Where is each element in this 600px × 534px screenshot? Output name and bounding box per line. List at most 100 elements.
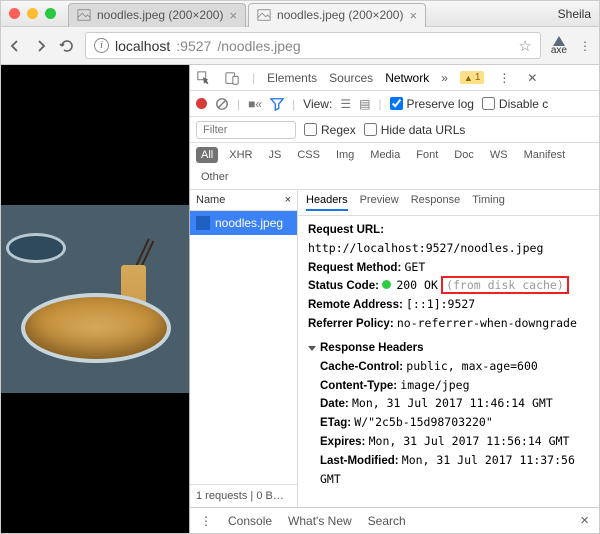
filter-bar: Regex Hide data URLs [190,117,599,143]
url-host: localhost [115,38,170,54]
disable-cache-checkbox[interactable]: Disable c [482,97,548,111]
hide-data-urls-checkbox[interactable]: Hide data URLs [364,123,466,137]
date-label: Date: [320,398,349,410]
content-area: | Elements Sources Network » 1 ⋮ ✕ | ■« … [1,65,599,533]
view-list-icon[interactable]: ☰ [340,97,351,111]
status-ok-icon [382,280,391,289]
browser-window: noodles.jpeg (200×200) × noodles.jpeg (2… [0,0,600,534]
detail-tab-timing[interactable]: Timing [472,194,505,211]
preserve-log-checkbox[interactable]: Preserve log [390,97,474,111]
inspect-element-icon[interactable] [196,70,212,86]
close-tab-icon[interactable]: × [229,8,237,23]
tab-sources[interactable]: Sources [329,71,373,85]
site-info-icon[interactable]: i [94,38,109,53]
back-button[interactable] [7,38,23,54]
response-headers-section[interactable]: Response Headers [308,340,589,358]
content-type-label: Content-Type: [320,380,397,392]
column-name: Name [196,194,225,206]
clear-button[interactable] [215,97,229,111]
image-file-icon [257,8,271,22]
maximize-window-button[interactable] [45,8,56,19]
drawer-tab-whatsnew[interactable]: What's New [288,514,352,528]
request-url-label: Request URL: [308,224,384,236]
detail-tab-preview[interactable]: Preview [360,194,399,211]
request-url-value: http://localhost:9527/noodles.jpeg [308,241,543,255]
record-button[interactable] [196,98,207,109]
referrer-policy-label: Referrer Policy: [308,318,394,330]
tab-strip: noodles.jpeg (200×200) × noodles.jpeg (2… [68,1,558,27]
filter-xhr[interactable]: XHR [224,147,257,163]
tab-title: noodles.jpeg (200×200) [97,8,223,22]
filter-media[interactable]: Media [365,147,405,163]
image-viewport [1,65,189,533]
filter-img[interactable]: Img [331,147,359,163]
devtools-drawer: ⋮ Console What's New Search × [190,507,599,533]
address-bar[interactable]: i localhost :9527/noodles.jpeg ☆ [85,32,541,59]
bookmark-star-icon[interactable]: ☆ [518,37,531,55]
tab-more[interactable]: » [441,71,448,85]
view-large-icon[interactable]: ▤ [359,97,370,111]
filter-js[interactable]: JS [263,147,286,163]
expires-value: Mon, 31 Jul 2017 11:56:14 GMT [369,434,570,448]
toolbar: i localhost :9527/noodles.jpeg ☆ axe ⋮ [1,27,599,65]
close-window-button[interactable] [9,8,20,19]
drawer-close-icon[interactable]: × [580,512,589,529]
filter-font[interactable]: Font [411,147,443,163]
drawer-menu-icon[interactable]: ⋮ [200,514,212,528]
request-method-value: GET [404,260,425,274]
image-file-icon [77,8,91,22]
profile-name[interactable]: Sheila [558,7,591,21]
filter-input[interactable] [196,121,296,139]
device-toolbar-icon[interactable] [224,70,240,86]
capture-screenshot-icon[interactable]: ■« [248,97,262,111]
forward-button[interactable] [33,38,49,54]
url-port: :9527 [176,38,211,54]
filter-all[interactable]: All [196,147,218,163]
request-name: noodles.jpeg [215,216,283,230]
detail-tab-response[interactable]: Response [411,194,461,211]
title-bar: noodles.jpeg (200×200) × noodles.jpeg (2… [1,1,599,27]
tab-network[interactable]: Network [385,71,429,85]
tab-elements[interactable]: Elements [267,71,317,85]
headers-content: Request URL: http://localhost:9527/noodl… [298,216,599,507]
filter-manifest[interactable]: Manifest [519,147,571,163]
axe-extension-icon[interactable]: axe [551,36,567,56]
devtools-tabstrip: | Elements Sources Network » 1 ⋮ ✕ [190,65,599,91]
reload-button[interactable] [59,38,75,54]
from-disk-cache-badge: (from disk cache) [441,276,569,294]
network-body: Name × noodles.jpeg 1 requests | 0 B… He… [190,190,599,507]
filter-ws[interactable]: WS [485,147,513,163]
filter-css[interactable]: CSS [292,147,325,163]
request-list: Name × noodles.jpeg 1 requests | 0 B… [190,190,298,507]
filter-other[interactable]: Other [196,169,234,185]
filter-doc[interactable]: Doc [449,147,479,163]
browser-tab-1[interactable]: noodles.jpeg (200×200) × [248,3,426,27]
image-resource-icon [196,216,210,230]
minimize-window-button[interactable] [27,8,38,19]
request-list-header: Name × [190,190,297,211]
drawer-tab-search[interactable]: Search [368,514,406,528]
regex-checkbox[interactable]: Regex [304,123,356,137]
status-code-value: 200 OK [396,278,438,292]
request-row[interactable]: noodles.jpeg [190,211,297,235]
detail-tabstrip: Headers Preview Response Timing [298,190,599,216]
chrome-menu-button[interactable]: ⋮ [577,38,593,54]
close-details-icon[interactable]: × [285,194,291,206]
content-type-value: image/jpeg [400,378,469,392]
network-toolbar: | ■« | View: ☰ ▤ | Preserve log Disable … [190,91,599,117]
tab-title: noodles.jpeg (200×200) [277,8,403,22]
devtools-menu-icon[interactable]: ⋮ [496,70,512,86]
close-tab-icon[interactable]: × [409,8,417,23]
url-path: /noodles.jpeg [217,38,300,54]
warnings-badge[interactable]: 1 [460,71,484,84]
noodles-image [1,205,189,393]
devtools-close-icon[interactable]: ✕ [524,70,540,86]
request-summary: 1 requests | 0 B… [190,484,297,507]
detail-tab-headers[interactable]: Headers [306,194,348,211]
chevron-down-icon [308,346,316,351]
filter-toggle-icon[interactable] [270,97,284,111]
browser-tab-0[interactable]: noodles.jpeg (200×200) × [68,3,246,27]
cache-control-value: public, max-age=600 [406,359,538,373]
status-code-label: Status Code: [308,280,379,292]
drawer-tab-console[interactable]: Console [228,514,272,528]
